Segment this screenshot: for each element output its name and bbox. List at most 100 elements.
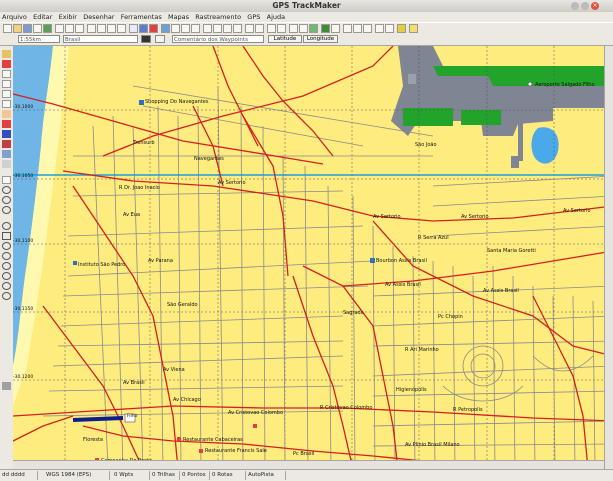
zoom-out-icon[interactable]: [97, 24, 106, 33]
label-navegantes: Navegantes: [194, 156, 224, 162]
route-icon[interactable]: [149, 24, 158, 33]
square-icon[interactable]: [2, 232, 11, 240]
sync-icon[interactable]: [343, 24, 352, 33]
menu-ajuda[interactable]: Ajuda: [265, 12, 287, 22]
menu-rastreamento[interactable]: Rastreamento: [193, 12, 243, 22]
waypoint-side-icon[interactable]: [2, 120, 11, 128]
menu-gps[interactable]: GPS: [245, 12, 262, 22]
secondary-toolbar: 1:55km Brasil Comentário dos Waypoints L…: [0, 34, 613, 46]
zoom-all-icon[interactable]: [117, 24, 126, 33]
waypoint-comment-select[interactable]: Comentário dos Waypoints: [172, 35, 264, 43]
scale-select[interactable]: 1:55km: [18, 35, 60, 43]
locate-icon[interactable]: [2, 292, 11, 300]
refresh-icon[interactable]: [233, 24, 242, 33]
compass-side-icon[interactable]: [2, 282, 11, 290]
stop-icon[interactable]: [363, 24, 372, 33]
menu-desenhar[interactable]: Desenhar: [81, 12, 116, 22]
arrow-left-icon[interactable]: [213, 24, 222, 33]
compass-icon[interactable]: [203, 24, 212, 33]
label-av-eua: Av Eua: [123, 212, 140, 218]
label-bourbon: Bourbon Assis Brasil: [376, 258, 427, 264]
map-svg[interactable]: Aeroporto Salgado Filho São João Shoppin…: [13, 46, 613, 469]
polygon-icon[interactable]: [2, 150, 11, 158]
waypoint-icon[interactable]: [129, 24, 138, 33]
rotate-icon[interactable]: [2, 80, 11, 88]
edit-icon[interactable]: [2, 160, 11, 168]
place-select[interactable]: Brasil: [63, 35, 138, 43]
label-av-plinio: Av Plinio Brasil Milano: [405, 442, 460, 448]
label-pc-brasil: Pc Brasil: [293, 451, 314, 457]
print-icon[interactable]: [33, 24, 42, 33]
cross-icon[interactable]: [289, 24, 298, 33]
zoom-in-side-icon[interactable]: [2, 90, 11, 98]
longitude-button[interactable]: Longitude: [303, 35, 338, 43]
track-side-icon[interactable]: [2, 130, 11, 138]
open-file-icon[interactable]: [13, 24, 22, 33]
label-restaurante1: Restaurante Cabaceiras: [183, 437, 243, 443]
grid-icon[interactable]: [191, 24, 200, 33]
table-icon[interactable]: [299, 24, 308, 33]
airport-area: [391, 46, 613, 168]
zoom-out-side-icon[interactable]: [2, 100, 11, 108]
label-inst-sao-pedro: Instituto São Pedro: [78, 262, 125, 268]
menu-arquivo[interactable]: Arquivo: [0, 12, 29, 22]
settings-icon[interactable]: [277, 24, 286, 33]
label-r-serra-azul: R Serra Azul: [418, 235, 449, 241]
zoom-window-icon[interactable]: [107, 24, 116, 33]
target3-icon[interactable]: [2, 252, 11, 260]
line-icon[interactable]: [2, 60, 11, 68]
gps-icon[interactable]: [43, 24, 52, 33]
target4-icon[interactable]: [2, 262, 11, 270]
copy-icon[interactable]: [65, 24, 74, 33]
ruler-icon[interactable]: [2, 176, 11, 184]
menu-mapas[interactable]: Mapas: [166, 12, 191, 22]
chart-icon[interactable]: [309, 24, 318, 33]
forward-icon[interactable]: [331, 24, 340, 33]
play-icon[interactable]: [321, 24, 330, 33]
circle3-icon[interactable]: [2, 206, 11, 214]
font-button[interactable]: [155, 35, 165, 43]
circle2-icon[interactable]: [2, 196, 11, 204]
color-button[interactable]: [141, 35, 151, 43]
minimize-icon[interactable]: [571, 2, 579, 10]
pan-icon[interactable]: [375, 24, 384, 33]
cut-icon[interactable]: [55, 24, 64, 33]
satellite-icon[interactable]: [267, 24, 276, 33]
arrow-right-icon[interactable]: [223, 24, 232, 33]
layers-icon[interactable]: [171, 24, 180, 33]
latitude-button[interactable]: Latitude: [268, 35, 302, 43]
label-av-chicago: Av Chicago: [173, 397, 201, 403]
map-icon[interactable]: [161, 24, 170, 33]
paste-icon[interactable]: [75, 24, 84, 33]
status-waypoints: 0 Wpts: [112, 471, 150, 480]
record-icon[interactable]: [397, 24, 406, 33]
save-icon[interactable]: [23, 24, 32, 33]
target5-icon[interactable]: [2, 272, 11, 280]
target2-icon[interactable]: [2, 242, 11, 250]
track-icon[interactable]: [139, 24, 148, 33]
vertical-scrollbar[interactable]: [604, 46, 613, 469]
select-icon[interactable]: [2, 70, 11, 78]
label-av-assis-brasil-2: Av Assis Brasil: [483, 288, 519, 294]
map-canvas[interactable]: Aeroporto Salgado Filho São João Shoppin…: [13, 46, 613, 469]
target-icon[interactable]: [2, 222, 11, 230]
info-icon[interactable]: [245, 24, 254, 33]
new-file-icon[interactable]: [3, 24, 12, 33]
route-side-icon[interactable]: [2, 140, 11, 148]
arrow-icon[interactable]: [353, 24, 362, 33]
zoom-in-icon[interactable]: [87, 24, 96, 33]
menu-editar[interactable]: Editar: [31, 12, 54, 22]
close-icon[interactable]: ×: [591, 2, 599, 10]
hand-icon[interactable]: [2, 110, 11, 118]
menu-exibir[interactable]: Exibir: [57, 12, 79, 22]
pencil-icon[interactable]: [2, 50, 11, 58]
circle-icon[interactable]: [2, 186, 11, 194]
find-icon[interactable]: [255, 24, 264, 33]
menu-ferramentas[interactable]: Ferramentas: [119, 12, 164, 22]
maximize-icon[interactable]: [581, 2, 589, 10]
label-av-brasil: Av Brasil: [123, 380, 145, 386]
measure-icon[interactable]: [181, 24, 190, 33]
pointer-icon[interactable]: [385, 24, 394, 33]
photo-icon[interactable]: [2, 382, 11, 390]
help-icon[interactable]: [409, 24, 418, 33]
